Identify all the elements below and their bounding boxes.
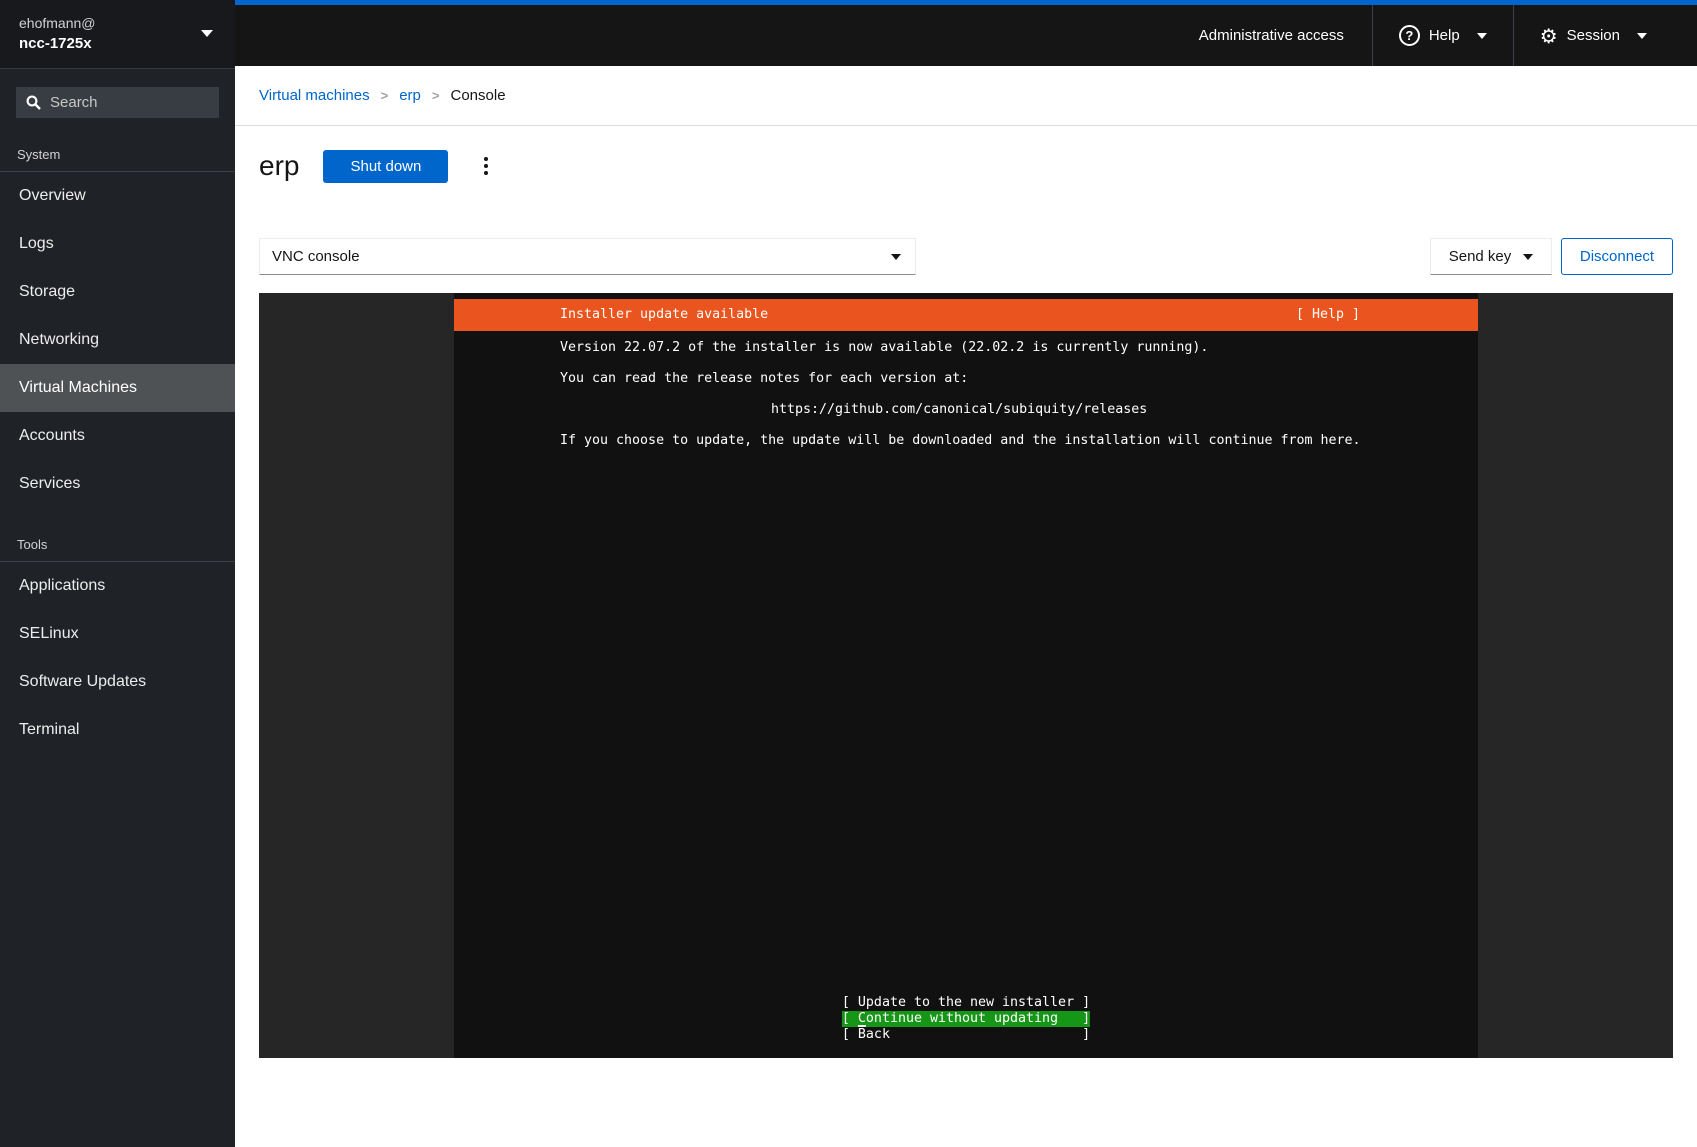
console-toolbar: VNC console Send key Disconnect (259, 238, 1673, 275)
sidebar-item-software-updates[interactable]: Software Updates (0, 658, 235, 706)
breadcrumb-virtual-machines[interactable]: Virtual machines (259, 87, 370, 104)
disconnect-button[interactable]: Disconnect (1561, 238, 1673, 275)
session-menu[interactable]: ⚙ Session (1513, 5, 1697, 66)
chevron-down-icon (1523, 254, 1533, 260)
username-label: ehofmann@ (19, 13, 219, 33)
breadcrumb-separator-icon: > (381, 88, 389, 103)
installer-release-url: https://github.com/canonical/subiquity/r… (454, 402, 1478, 418)
sidebar-item-terminal[interactable]: Terminal (0, 706, 235, 754)
vm-title-row: erp Shut down (259, 144, 1673, 188)
update-installer-option[interactable]: [ Update to the new installer ] (842, 995, 1090, 1011)
shut-down-button[interactable]: Shut down (323, 150, 448, 183)
help-icon: ? (1399, 25, 1420, 46)
host-switcher[interactable]: ehofmann@ ncc-1725x (0, 0, 235, 69)
sidebar-item-selinux[interactable]: SELinux (0, 610, 235, 658)
sidebar: ehofmann@ ncc-1725x System Overview Logs… (0, 0, 235, 1147)
chevron-down-icon (1637, 33, 1647, 39)
breadcrumb: Virtual machines > erp > Console (235, 66, 1697, 126)
chevron-down-icon (891, 254, 901, 260)
sidebar-item-services[interactable]: Services (0, 460, 235, 508)
breadcrumb-erp[interactable]: erp (399, 87, 421, 104)
installer-text-line: You can read the release notes for each … (454, 371, 1478, 387)
back-option[interactable]: [ Back ] (842, 1027, 1090, 1043)
nav-section-system: System (0, 118, 235, 172)
console-type-selected-value: VNC console (272, 248, 360, 265)
continue-without-updating-option[interactable]: [ Continue without updating ] (842, 1011, 1090, 1027)
sidebar-item-networking[interactable]: Networking (0, 316, 235, 364)
send-key-dropdown[interactable]: Send key (1430, 238, 1552, 275)
sidebar-item-logs[interactable]: Logs (0, 220, 235, 268)
sidebar-item-applications[interactable]: Applications (0, 562, 235, 610)
sidebar-item-overview[interactable]: Overview (0, 172, 235, 220)
installer-menu: [ Update to the new installer ] [ Contin… (842, 995, 1090, 1043)
installer-body: Version 22.07.2 of the installer is now … (454, 340, 1478, 464)
installer-help-button[interactable]: [ Help ] (1296, 307, 1360, 323)
continue-option-label: [ Continue without updating ] (842, 1011, 1090, 1026)
send-key-label: Send key (1449, 248, 1512, 265)
sidebar-item-storage[interactable]: Storage (0, 268, 235, 316)
help-menu[interactable]: ? Help (1372, 5, 1513, 66)
page-title: erp (259, 150, 299, 182)
gear-icon: ⚙ (1540, 26, 1558, 46)
installer-text-line: If you choose to update, the update will… (454, 433, 1478, 449)
breadcrumb-separator-icon: > (432, 88, 440, 103)
chevron-down-icon (201, 30, 213, 37)
nav-section-tools: Tools (0, 508, 235, 562)
main-content: Virtual machines > erp > Console erp Shu… (235, 66, 1697, 1147)
administrative-access-button[interactable]: Administrative access (1173, 5, 1372, 66)
help-label: Help (1429, 27, 1460, 44)
installer-header-bar: Installer update available [ Help ] (454, 299, 1478, 331)
search-input[interactable] (50, 94, 209, 111)
chevron-down-icon (1477, 33, 1487, 39)
administrative-access-label: Administrative access (1199, 27, 1344, 44)
sidebar-item-virtual-machines[interactable]: Virtual Machines (0, 364, 235, 412)
installer-text-line: Version 22.07.2 of the installer is now … (454, 340, 1478, 356)
kebab-menu-icon[interactable] (478, 151, 494, 181)
session-label: Session (1567, 27, 1620, 44)
sidebar-item-accounts[interactable]: Accounts (0, 412, 235, 460)
hostname-label: ncc-1725x (19, 33, 219, 55)
sidebar-search[interactable] (16, 87, 219, 118)
installer-title: Installer update available (560, 307, 768, 323)
search-icon (26, 95, 41, 110)
breadcrumb-console: Console (451, 87, 506, 104)
masthead: Administrative access ? Help ⚙ Session (235, 0, 1697, 66)
vm-screen[interactable]: Installer update available [ Help ] Vers… (454, 293, 1478, 1058)
console-type-select[interactable]: VNC console (259, 238, 916, 275)
vnc-console-canvas[interactable]: Installer update available [ Help ] Vers… (259, 293, 1673, 1058)
